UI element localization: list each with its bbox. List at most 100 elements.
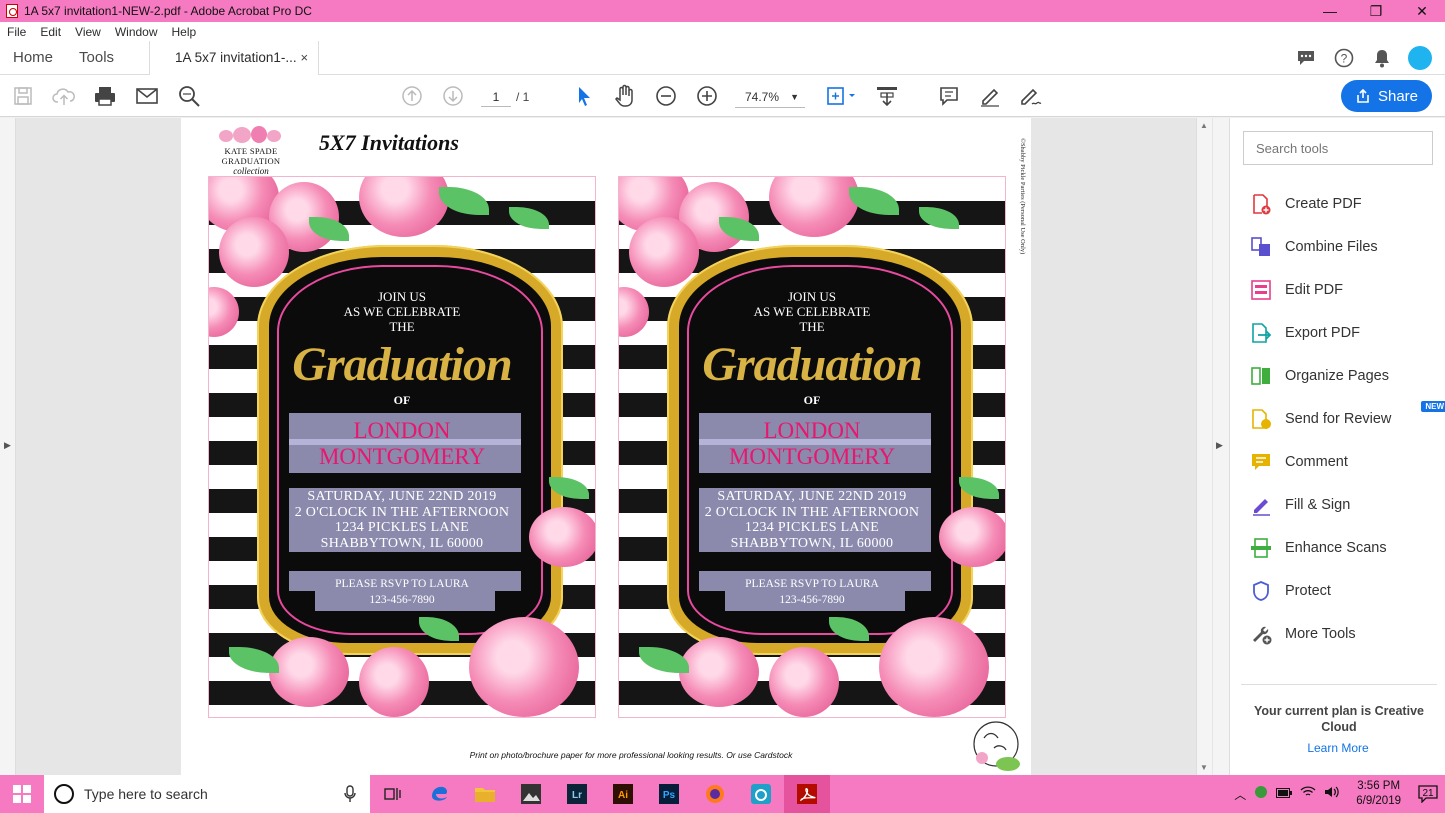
camera-app-icon[interactable] bbox=[738, 775, 784, 813]
wifi-icon[interactable] bbox=[1300, 785, 1316, 803]
page-title: 5X7 Invitations bbox=[319, 130, 459, 155]
menu-edit[interactable]: Edit bbox=[33, 25, 68, 39]
enhance-scans-icon bbox=[1250, 537, 1272, 559]
cloud-upload-icon[interactable] bbox=[51, 83, 77, 109]
photos-app-icon[interactable] bbox=[508, 775, 554, 813]
menu-window[interactable]: Window bbox=[108, 25, 165, 39]
microphone-icon[interactable] bbox=[344, 785, 356, 806]
zoom-in-icon[interactable] bbox=[694, 83, 720, 109]
scrolling-mode-icon[interactable] bbox=[874, 83, 900, 109]
acrobat-taskbar-icon[interactable] bbox=[784, 775, 830, 813]
battery-icon[interactable] bbox=[1276, 785, 1293, 803]
user-avatar[interactable] bbox=[1407, 45, 1433, 71]
cortana-icon bbox=[54, 784, 74, 804]
edge-browser-icon[interactable] bbox=[416, 775, 462, 813]
graduation-headline: Graduation bbox=[292, 338, 512, 391]
clock-date: 6/9/2019 bbox=[1356, 795, 1401, 807]
sign-icon[interactable] bbox=[1018, 83, 1044, 109]
menu-file[interactable]: File bbox=[0, 25, 33, 39]
peony bbox=[769, 177, 859, 237]
document-tab-label: 1A 5x7 invitation1-... bbox=[175, 50, 297, 65]
zoom-out-icon[interactable] bbox=[653, 83, 679, 109]
tool-edit-pdf[interactable]: Edit PDF bbox=[1250, 268, 1440, 311]
windows-start-icon[interactable] bbox=[0, 775, 44, 813]
right-panel-toggle[interactable]: ▶ bbox=[1213, 118, 1229, 775]
tool-label: Enhance Scans bbox=[1285, 539, 1387, 556]
fit-page-icon[interactable] bbox=[823, 83, 859, 109]
close-tab-button[interactable]: × bbox=[300, 50, 308, 65]
highlight-pen-icon[interactable] bbox=[977, 83, 1003, 109]
learn-more-link[interactable]: Learn More bbox=[1230, 741, 1445, 755]
firefox-icon[interactable] bbox=[692, 775, 738, 813]
window-title: 1A 5x7 invitation1-NEW-2.pdf - Adobe Acr… bbox=[24, 4, 312, 18]
next-page-icon[interactable] bbox=[440, 83, 466, 109]
show-hidden-icons-icon[interactable]: ︿ bbox=[1234, 786, 1246, 803]
search-icon[interactable] bbox=[176, 83, 202, 109]
hand-tool-icon[interactable] bbox=[612, 83, 638, 109]
copyright-note: ©Shabby Pickle Parties (Personal Use Onl… bbox=[1019, 138, 1026, 255]
peony bbox=[769, 647, 839, 717]
search-tools-input[interactable] bbox=[1243, 131, 1433, 165]
tool-label: Organize Pages bbox=[1285, 367, 1389, 384]
photoshop-icon[interactable]: Ps bbox=[646, 775, 692, 813]
peony bbox=[269, 637, 349, 707]
expand-left-icon: ▶ bbox=[4, 440, 11, 450]
tool-protect[interactable]: Protect bbox=[1250, 569, 1440, 612]
chat-icon[interactable] bbox=[1293, 45, 1319, 71]
peony bbox=[879, 617, 989, 717]
tab-home[interactable]: Home bbox=[0, 49, 66, 66]
minimize-button[interactable]: — bbox=[1307, 0, 1353, 22]
document-viewport[interactable]: ▶ KATE SPADE GRADUATION collection 5X7 I… bbox=[0, 118, 1213, 775]
protect-icon bbox=[1250, 580, 1272, 602]
share-button[interactable]: Share bbox=[1341, 80, 1432, 112]
taskbar-search-box[interactable]: Type here to search bbox=[44, 775, 370, 813]
email-icon[interactable] bbox=[134, 83, 160, 109]
zoom-level-select[interactable]: 74.7% ▼ bbox=[735, 86, 805, 108]
tool-label: Protect bbox=[1285, 582, 1331, 599]
lightroom-icon[interactable]: Lr bbox=[554, 775, 600, 813]
comment-icon[interactable] bbox=[936, 83, 962, 109]
vertical-scrollbar[interactable]: ▲ ▼ bbox=[1196, 118, 1212, 775]
tool-enhance-scans[interactable]: Enhance Scans bbox=[1250, 526, 1440, 569]
brand-line2: collection bbox=[233, 166, 269, 176]
close-window-button[interactable]: ✕ bbox=[1399, 0, 1445, 22]
invitation-card-left: JOIN US AS WE CELEBRATE THE Graduation O… bbox=[208, 176, 596, 718]
file-explorer-icon[interactable] bbox=[462, 775, 508, 813]
menu-view[interactable]: View bbox=[68, 25, 108, 39]
tool-organize-pages[interactable]: Organize Pages bbox=[1250, 354, 1440, 397]
notification-bell-icon[interactable] bbox=[1369, 45, 1395, 71]
tool-more-tools[interactable]: More Tools bbox=[1250, 612, 1440, 655]
tab-document[interactable]: 1A 5x7 invitation1-... × bbox=[149, 40, 320, 75]
chevron-down-icon: ▼ bbox=[790, 92, 799, 102]
scroll-up-icon[interactable]: ▲ bbox=[1200, 121, 1208, 130]
tool-label: Comment bbox=[1285, 453, 1348, 470]
tool-label: Export PDF bbox=[1285, 324, 1360, 341]
system-clock[interactable]: 3:56 PM 6/9/2019 bbox=[1348, 779, 1409, 809]
save-icon[interactable] bbox=[10, 83, 36, 109]
task-view-icon[interactable] bbox=[370, 775, 416, 813]
previous-page-icon[interactable] bbox=[399, 83, 425, 109]
tool-label: More Tools bbox=[1285, 625, 1356, 642]
illustrator-icon[interactable]: Ai bbox=[600, 775, 646, 813]
page-number-input[interactable]: 1 bbox=[481, 87, 511, 107]
tool-fill-sign[interactable]: Fill & Sign bbox=[1250, 483, 1440, 526]
print-icon[interactable] bbox=[92, 83, 118, 109]
tool-create-pdf[interactable]: Create PDF bbox=[1250, 182, 1440, 225]
volume-icon[interactable] bbox=[1324, 785, 1340, 803]
action-center-icon[interactable]: 21 bbox=[1417, 783, 1439, 805]
tool-export-pdf[interactable]: Export PDF bbox=[1250, 311, 1440, 354]
zoom-value: 74.7% bbox=[745, 90, 780, 104]
help-icon[interactable]: ? bbox=[1331, 45, 1357, 71]
tool-send-for-review[interactable]: Send for Review NEW bbox=[1250, 397, 1445, 440]
scroll-down-icon[interactable]: ▼ bbox=[1200, 763, 1208, 772]
tool-comment[interactable]: Comment bbox=[1250, 440, 1440, 483]
tab-tools[interactable]: Tools bbox=[66, 49, 127, 66]
tool-combine-files[interactable]: Combine Files bbox=[1250, 225, 1440, 268]
left-panel-toggle[interactable]: ▶ bbox=[0, 118, 16, 775]
maximize-button[interactable]: ❐ bbox=[1353, 0, 1399, 22]
page-total: / 1 bbox=[516, 90, 530, 104]
select-cursor-icon[interactable] bbox=[571, 83, 597, 109]
menu-help[interactable]: Help bbox=[165, 25, 204, 39]
svg-text:Ai: Ai bbox=[618, 790, 628, 801]
security-status-icon[interactable] bbox=[1254, 785, 1268, 804]
